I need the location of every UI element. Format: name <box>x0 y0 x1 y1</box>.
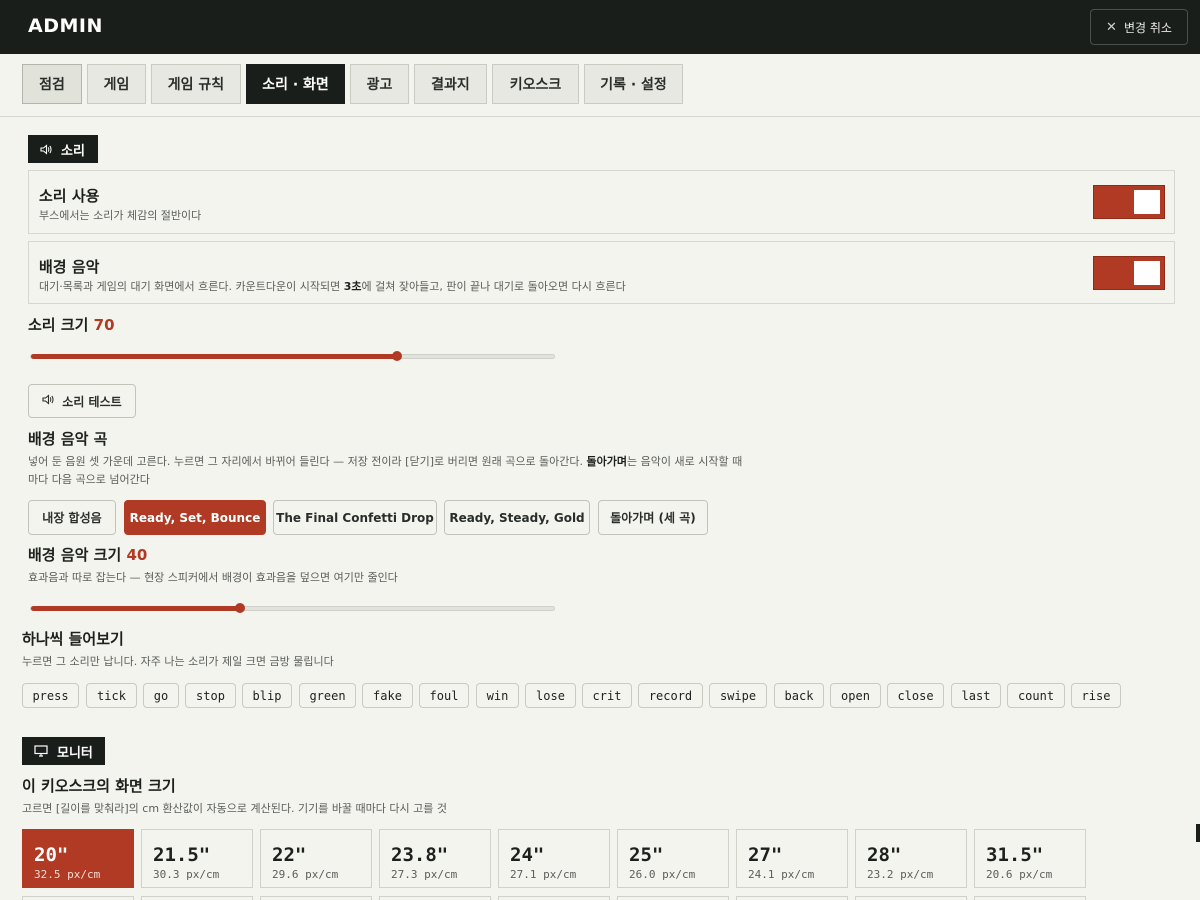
sound-chip-lose[interactable]: lose <box>525 683 576 708</box>
tab-kiosk[interactable]: 키오스크 <box>492 64 579 104</box>
sound-chip-record[interactable]: record <box>638 683 703 708</box>
top-bar: ADMIN ✕ 변경 취소 <box>0 0 1200 54</box>
sound-chip-blip[interactable]: blip <box>242 683 292 708</box>
size-option-row2[interactable] <box>736 896 848 900</box>
size-option-row2[interactable] <box>379 896 491 900</box>
bgm-volume-value: 40 <box>126 546 148 564</box>
size-option-row2[interactable] <box>855 896 967 900</box>
sound-chip-rise[interactable]: rise <box>1071 683 1121 708</box>
tab-records-settings[interactable]: 기록 · 설정 <box>584 64 683 104</box>
track-option-final-confetti-drop[interactable]: The Final Confetti Drop <box>273 500 437 535</box>
size-option-22[interactable]: 22" 29.6 px/cm <box>260 829 372 888</box>
speaker-icon <box>40 143 52 155</box>
sound-chip-fake[interactable]: fake <box>362 683 413 708</box>
size-option-27[interactable]: 27" 24.1 px/cm <box>736 829 848 888</box>
size-option-row2[interactable] <box>260 896 372 900</box>
scroll-indicator[interactable] <box>1196 824 1200 842</box>
monitor-icon <box>34 745 48 757</box>
monitor-size-desc: 고르면 [길이를 맞춰라]의 cm 환산값이 자동으로 계산된다. 기기를 바꿀… <box>22 802 447 815</box>
track-option-ready-set-bounce[interactable]: Ready, Set, Bounce <box>124 500 266 535</box>
tab-game-rules[interactable]: 게임 규칙 <box>151 64 241 104</box>
slider-thumb[interactable] <box>235 603 246 613</box>
size-option-row2[interactable] <box>141 896 253 900</box>
size-option-row2[interactable] <box>498 896 610 900</box>
sound-chip-win[interactable]: win <box>476 683 519 708</box>
size-option-21-5[interactable]: 21.5" 30.3 px/cm <box>141 829 253 888</box>
sound-chip-green[interactable]: green <box>299 683 356 708</box>
bgm-enable-title: 배경 음악 <box>39 258 100 276</box>
tab-ads[interactable]: 광고 <box>350 64 409 104</box>
size-option-24[interactable]: 24" 27.1 px/cm <box>498 829 610 888</box>
slider-fill <box>31 354 398 359</box>
slider-fill <box>31 606 241 611</box>
sound-chip-close[interactable]: close <box>887 683 944 708</box>
tab-game[interactable]: 게임 <box>87 64 146 104</box>
bgm-track-title: 배경 음악 곡 <box>28 430 108 448</box>
bgm-enable-toggle[interactable] <box>1093 256 1165 290</box>
sound-enable-row: 소리 사용 부스에서는 소리가 체감의 절반이다 <box>28 170 1175 234</box>
brand-title: ADMIN <box>28 15 103 37</box>
track-option-ready-steady-gold[interactable]: Ready, Steady, Gold <box>444 500 590 535</box>
sound-chip-last[interactable]: last <box>951 683 1001 708</box>
bgm-enable-row: 배경 음악 대기·목록과 게임의 대기 화면에서 흐른다. 카운트다운이 시작되… <box>28 241 1175 304</box>
tab-inspection[interactable]: 점검 <box>22 64 82 104</box>
size-option-row2[interactable] <box>617 896 729 900</box>
sound-enable-title: 소리 사용 <box>39 187 100 205</box>
revert-changes-button[interactable]: ✕ 변경 취소 <box>1090 9 1188 45</box>
sound-chip-press[interactable]: press <box>22 683 79 708</box>
preview-desc: 누르면 그 소리만 납니다. 자주 나는 소리가 제일 크면 금방 물립니다 <box>22 655 334 668</box>
sound-chip-foul[interactable]: foul <box>419 683 469 708</box>
bgm-volume-desc: 효과음과 따로 잡는다 — 현장 스피커에서 배경이 효과음을 덮으면 여기만 … <box>28 571 398 584</box>
bgm-volume-slider[interactable] <box>30 603 555 613</box>
sound-section-tag: 소리 <box>28 135 98 163</box>
bgm-track-desc: 넣어 둔 음원 셋 가운데 고른다. 누르면 그 자리에서 바뀌어 들린다 — … <box>28 455 743 486</box>
speaker-icon <box>42 394 54 408</box>
sound-chip-crit[interactable]: crit <box>582 683 632 708</box>
sound-volume-slider[interactable] <box>30 351 555 361</box>
preview-title: 하나씩 들어보기 <box>22 630 124 648</box>
sound-chip-back[interactable]: back <box>774 683 824 708</box>
sound-chip-swipe[interactable]: swipe <box>709 683 767 708</box>
slider-thumb[interactable] <box>392 351 403 361</box>
sound-chip-go[interactable]: go <box>143 683 179 708</box>
divider <box>0 116 1200 117</box>
sound-test-label: 소리 테스트 <box>62 394 122 409</box>
sound-chip-open[interactable]: open <box>830 683 881 708</box>
bgm-enable-desc: 대기·목록과 게임의 대기 화면에서 흐른다. 카운트다운이 시작되면 3초에 … <box>39 280 626 293</box>
tab-result-sheet[interactable]: 결과지 <box>414 64 487 104</box>
size-option-20[interactable]: 20" 32.5 px/cm <box>22 829 134 888</box>
size-option-row2[interactable] <box>22 896 134 900</box>
size-option-25[interactable]: 25" 26.0 px/cm <box>617 829 729 888</box>
monitor-size-title: 이 키오스크의 화면 크기 <box>22 777 176 795</box>
sound-chip-tick[interactable]: tick <box>86 683 137 708</box>
sound-volume-label: 소리 크기 70 <box>28 316 115 334</box>
track-option-rotate[interactable]: 돌아가며 (세 곡) <box>598 500 708 535</box>
sound-test-button[interactable]: 소리 테스트 <box>28 384 136 418</box>
size-option-31-5[interactable]: 31.5" 20.6 px/cm <box>974 829 1086 888</box>
sound-enable-desc: 부스에서는 소리가 체감의 절반이다 <box>39 209 202 222</box>
sound-chip-count[interactable]: count <box>1007 683 1065 708</box>
monitor-section-label: 모니터 <box>57 745 93 761</box>
toggle-knob <box>1134 190 1160 214</box>
bgm-volume-label: 배경 음악 크기 40 <box>28 546 148 564</box>
tab-sound-screen[interactable]: 소리 · 화면 <box>246 64 345 104</box>
size-option-28[interactable]: 28" 23.2 px/cm <box>855 829 967 888</box>
sound-section-label: 소리 <box>61 143 85 159</box>
size-option-23-8[interactable]: 23.8" 27.3 px/cm <box>379 829 491 888</box>
revert-changes-label: 변경 취소 <box>1123 20 1172 35</box>
size-option-row2[interactable] <box>974 896 1086 900</box>
sound-enable-toggle[interactable] <box>1093 185 1165 219</box>
monitor-section-tag: 모니터 <box>22 737 105 765</box>
sound-volume-value: 70 <box>93 316 115 334</box>
track-option-builtin[interactable]: 내장 합성음 <box>28 500 116 535</box>
toggle-knob <box>1134 261 1160 285</box>
sound-chip-stop[interactable]: stop <box>185 683 236 708</box>
close-icon: ✕ <box>1106 19 1117 35</box>
